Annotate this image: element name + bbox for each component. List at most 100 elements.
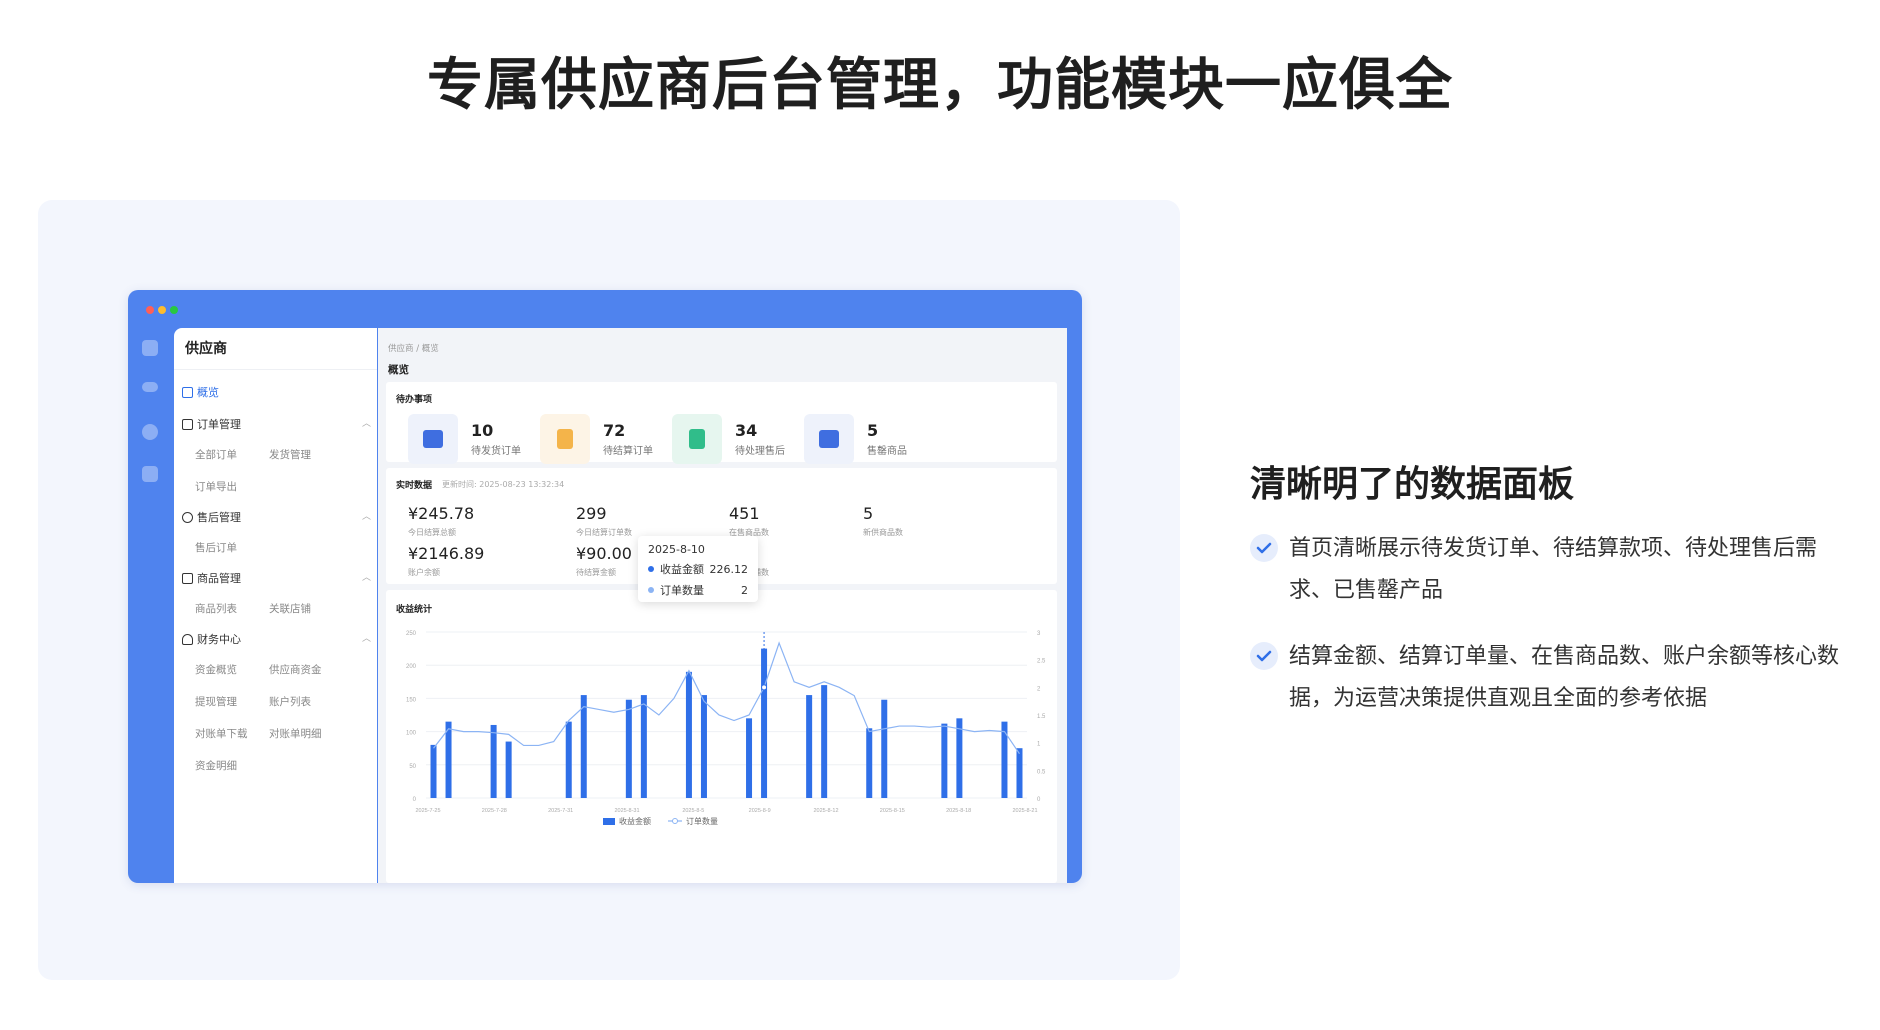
sidebar-item-shipping[interactable]: 发货管理 [269,447,311,462]
chevron-up-icon[interactable]: ︿ [362,416,371,429]
bar [1001,721,1008,798]
chart-icon[interactable] [142,466,158,482]
todo-label: 待发货订单 [471,446,521,457]
feature-bullet-text: 首页清晰展示待发货订单、待结算款项、待处理售后需求、已售罄产品 [1289,536,1818,603]
minimize-dot-icon[interactable] [158,306,166,314]
x-tick-label: 2025-7-25 [415,808,440,814]
service-glyph [689,429,705,449]
bar [580,695,587,798]
toggle-icon[interactable] [142,382,158,392]
sidebar-group-orders[interactable]: 订单管理 [182,416,241,432]
stat-label: 今日结算订单数 [576,528,632,537]
sidebar-item-statement-download[interactable]: 对账单下载 [195,726,248,741]
todo-value: 72 [603,421,626,440]
y-tick-label: 50 [409,764,416,770]
box-icon [804,414,854,464]
stat-value: 5 [863,504,874,523]
todo-value: 10 [471,421,494,440]
check-icon [1250,642,1278,670]
y-tick-label: 100 [406,731,417,737]
stat-item: 299 今日结算订单数 [576,504,632,538]
stat-value: 299 [576,504,607,523]
feature-bullet-text: 结算金额、结算订单量、在售商品数、账户余额等核心数据，为运营决策提供直观且全面的… [1289,644,1840,711]
sidebar-item-product-list[interactable]: 商品列表 [195,601,237,616]
stat-item: ¥2146.89 账户余额 [408,544,484,578]
sidebar-group-products[interactable]: 商品管理 [182,570,241,586]
sidebar-item-order-export[interactable]: 订单导出 [195,479,237,494]
stat-label: 今日结算总额 [408,528,456,537]
x-tick-label: 2025-8-9 [749,808,771,814]
bar [625,699,632,798]
invoice-glyph [557,429,573,449]
sidebar-item-funds-overview[interactable]: 资金概览 [195,662,237,677]
y2-tick-label: 2 [1037,686,1041,692]
chevron-up-icon[interactable]: ︿ [362,509,371,522]
line-dot-icon [648,587,654,593]
x-tick-label: 2025-8-15 [880,808,905,814]
tooltip-count: 2 [741,583,748,597]
bar [505,741,512,798]
maximize-dot-icon[interactable] [170,306,178,314]
todo-item[interactable]: 10 待发货订单 [408,414,521,464]
inbox-glyph [423,430,443,448]
todo-value: 34 [735,421,758,440]
revenue-chart[interactable]: 0 50 100 150 200 250 0 0.5 1 1.5 2 2.5 3 2025-7-25 202… [386,590,1057,883]
y2-tick-label: 0 [1037,797,1041,803]
sidebar-item-withdraw[interactable]: 提现管理 [195,694,237,709]
sidebar-brand: 供应商 [174,328,377,370]
bar [956,718,963,798]
sidebar-group-label: 订单管理 [197,418,241,431]
bar [490,724,497,798]
sidebar-item-supplier-funds[interactable]: 供应商资金 [269,662,322,677]
tooltip-amount-label: 收益金额 [660,563,704,576]
settings-icon[interactable] [142,424,158,440]
sidebar-item-aftersale-orders[interactable]: 售后订单 [195,540,237,555]
sidebar-item-all-orders[interactable]: 全部订单 [195,447,237,462]
bar [866,728,873,798]
legend-bar-swatch [603,818,615,825]
tooltip-count-label: 订单数量 [660,584,704,597]
document-icon[interactable] [142,340,158,356]
service-icon [672,414,722,464]
sidebar-group-label: 商品管理 [197,572,241,585]
stat-value: ¥2146.89 [408,544,485,563]
bar [1016,748,1023,798]
x-tick-label: 2025-7-31 [548,808,573,814]
sidebar-item-linked-shops[interactable]: 关联店铺 [269,601,311,616]
x-tick-label: 2025-8-21 [1012,808,1037,814]
sidebar-group-label: 财务中心 [197,633,241,646]
invoice-icon [540,414,590,464]
bar [821,685,828,798]
sidebar-item-funds-detail[interactable]: 资金明细 [195,758,237,773]
chevron-up-icon[interactable]: ︿ [362,570,371,583]
feature-bullet: 结算金额、结算订单量、在售商品数、账户余额等核心数据，为运营决策提供直观且全面的… [1250,636,1853,720]
y-tick-label: 0 [413,797,417,803]
todo-item[interactable]: 72 待结算订单 [540,414,653,464]
todo-label: 售罄商品 [867,446,907,457]
aftersale-icon [182,511,193,523]
chevron-up-icon[interactable]: ︿ [362,631,371,644]
sidebar-group-finance[interactable]: 财务中心 [182,631,241,647]
order-icon [182,418,193,430]
sidebar: 供应商 概览 订单管理 ︿ 全部订单 发货管理 订单导出 售后管理 ︿ 售后订单… [174,328,377,883]
stat-label: 新供商品数 [863,528,903,537]
todo-item[interactable]: 34 待处理售后 [672,414,785,464]
wallet-icon [182,633,193,645]
sidebar-item-overview[interactable]: 概览 [182,384,219,400]
stat-label: 账户余额 [408,568,440,577]
bar [881,699,888,798]
bar [445,721,452,798]
sidebar-item-statement-detail[interactable]: 对账单明细 [269,726,322,741]
cube-icon [182,572,193,584]
tooltip-date: 2025-8-10 [648,543,705,556]
bar [565,721,572,798]
close-dot-icon[interactable] [146,306,154,314]
todo-item[interactable]: 5 售罄商品 [804,414,907,464]
stat-item: 5 新供商品数 [863,504,903,538]
stat-item: ¥90.00 待结算金额 [576,544,632,578]
x-tick-label: 2025-8-5 [682,808,704,814]
sidebar-group-aftersale[interactable]: 售后管理 [182,509,241,525]
chart-tooltip: 2025-8-10 收益金额 226.12 订单数量 2 [638,536,758,602]
sidebar-item-accounts[interactable]: 账户列表 [269,694,311,709]
feature-heading: 清晰明了的数据面板 [1250,464,1575,505]
